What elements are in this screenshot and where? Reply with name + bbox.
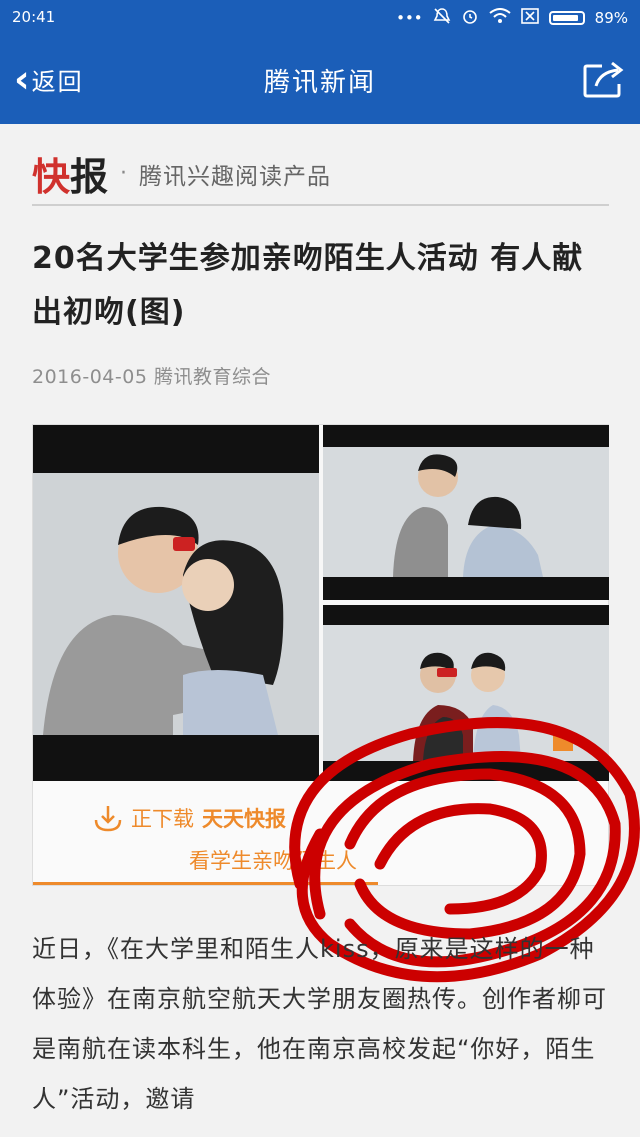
battery-icon	[548, 11, 585, 25]
wifi-icon	[489, 8, 511, 28]
main-photo[interactable]	[33, 425, 319, 781]
brand-separator: ·	[120, 161, 128, 186]
article-title: 20名大学生参加亲吻陌生人活动 有人献出初吻(图)	[32, 241, 584, 330]
status-bar: 20:41 ••• 89%	[0, 0, 640, 34]
brand-header: 快报 · 腾讯兴趣阅读产品	[32, 146, 331, 201]
status-time: 20:41	[12, 8, 56, 26]
body-paragraph: 近日，《在大学里和陌生人kiss，原来是这样的一种体验》在南京航空航天大学朋友圈…	[32, 935, 607, 1113]
more-dots-icon: •••	[396, 9, 423, 27]
download-icon	[94, 806, 122, 832]
download-prefix: 正下载	[131, 807, 194, 831]
bottom-right-photo[interactable]	[323, 605, 609, 781]
alarm-icon	[461, 7, 479, 29]
status-icons: ••• 89%	[396, 7, 628, 29]
share-icon	[583, 61, 624, 98]
battery-percent: 89%	[594, 9, 628, 27]
article-body: 近日，《在大学里和陌生人kiss，原来是这样的一种体验》在南京航空航天大学朋友圈…	[32, 924, 612, 1124]
divider	[32, 204, 609, 206]
nav-bar: ‹ 返回 腾讯新闻	[0, 34, 640, 124]
photo-gallery[interactable]: 正下载 天天快报 看学生亲吻陌生人	[32, 424, 609, 886]
download-banner[interactable]: 正下载 天天快报 看学生亲吻陌生人	[33, 781, 608, 885]
download-subtitle: 看学生亲吻陌生人	[189, 849, 357, 873]
download-app-name: 天天快报	[202, 807, 286, 831]
download-progress-bar	[33, 882, 378, 885]
article-meta: 2016-04-05 腾讯教育综合	[32, 362, 271, 389]
article-date: 2016-04-05	[32, 366, 148, 388]
sim-icon	[520, 8, 539, 28]
article-content: 快报 · 腾讯兴趣阅读产品 20名大学生参加亲吻陌生人活动 有人献出初吻(图) …	[0, 124, 640, 1137]
page-title: 腾讯新闻	[263, 68, 376, 98]
mute-icon	[433, 7, 451, 29]
share-button[interactable]	[582, 60, 626, 100]
top-right-photo[interactable]	[323, 425, 609, 600]
brand-tagline: 腾讯兴趣阅读产品	[139, 163, 332, 190]
article-source: 腾讯教育综合	[153, 366, 271, 388]
download-line: 正下载 天天快报	[93, 803, 286, 833]
kuaibao-logo: 快报	[32, 154, 109, 199]
